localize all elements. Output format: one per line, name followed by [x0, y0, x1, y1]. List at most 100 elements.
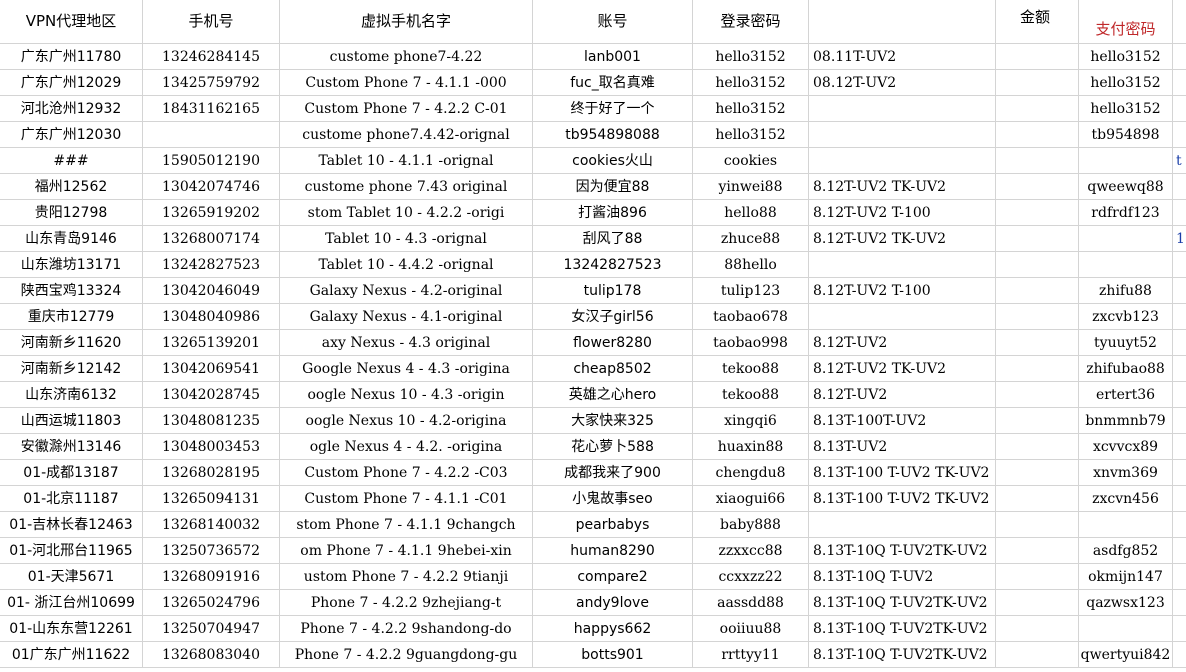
cell-vpn-region[interactable]: ### — [0, 148, 143, 174]
header-pay-password[interactable]: 支付密码 — [1079, 0, 1173, 44]
cell-notes[interactable] — [809, 252, 996, 278]
cell-phone[interactable]: 13042069541 — [143, 356, 280, 382]
cell-login-password[interactable]: ccxxzz22 — [693, 564, 809, 590]
cell-virtual-phone-name[interactable]: oogle Nexus 10 - 4.3 -origin — [280, 382, 533, 408]
cell-virtual-phone-name[interactable]: custome phone 7.43 original — [280, 174, 533, 200]
cell-amount[interactable] — [996, 356, 1079, 382]
cell-login-password[interactable]: tulip123 — [693, 278, 809, 304]
cell-extra[interactable] — [1173, 382, 1186, 408]
cell-extra[interactable] — [1173, 434, 1186, 460]
cell-virtual-phone-name[interactable]: Phone 7 - 4.2.2 9guangdong-gu — [280, 642, 533, 668]
cell-account[interactable]: human8290 — [533, 538, 693, 564]
cell-phone[interactable]: 13265139201 — [143, 330, 280, 356]
cell-account[interactable]: compare2 — [533, 564, 693, 590]
cell-account[interactable]: tulip178 — [533, 278, 693, 304]
cell-virtual-phone-name[interactable]: Galaxy Nexus - 4.1-original — [280, 304, 533, 330]
cell-extra[interactable] — [1173, 616, 1186, 642]
cell-virtual-phone-name[interactable]: custome phone7.4.42-orignal — [280, 122, 533, 148]
cell-account[interactable]: 英雄之心hero — [533, 382, 693, 408]
header-notes[interactable] — [809, 0, 996, 44]
cell-pay-password[interactable]: bnmmnb79 — [1079, 408, 1173, 434]
cell-account[interactable]: 大家快来325 — [533, 408, 693, 434]
cell-account[interactable]: 女汉子girl56 — [533, 304, 693, 330]
cell-account[interactable]: cookies火山 — [533, 148, 693, 174]
cell-pay-password[interactable]: hello3152 — [1079, 70, 1173, 96]
cell-pay-password[interactable]: qwertyui842 — [1079, 642, 1173, 668]
cell-extra[interactable] — [1173, 564, 1186, 590]
cell-phone[interactable]: 13268091916 — [143, 564, 280, 590]
cell-notes[interactable] — [809, 304, 996, 330]
cell-account[interactable]: cheap8502 — [533, 356, 693, 382]
cell-amount[interactable] — [996, 226, 1079, 252]
cell-phone[interactable]: 13048081235 — [143, 408, 280, 434]
cell-extra[interactable] — [1173, 252, 1186, 278]
cell-notes[interactable]: 8.12T-UV2 — [809, 382, 996, 408]
cell-amount[interactable] — [996, 330, 1079, 356]
cell-account[interactable]: happys662 — [533, 616, 693, 642]
cell-amount[interactable] — [996, 174, 1079, 200]
cell-amount[interactable] — [996, 564, 1079, 590]
cell-pay-password[interactable]: asdfg852 — [1079, 538, 1173, 564]
cell-notes[interactable]: 08.12T-UV2 — [809, 70, 996, 96]
cell-login-password[interactable]: zhuce88 — [693, 226, 809, 252]
cell-amount[interactable] — [996, 200, 1079, 226]
cell-phone[interactable]: 13265919202 — [143, 200, 280, 226]
cell-pay-password[interactable]: ertert36 — [1079, 382, 1173, 408]
cell-login-password[interactable]: chengdu8 — [693, 460, 809, 486]
cell-extra[interactable] — [1173, 512, 1186, 538]
cell-login-password[interactable]: yinwei88 — [693, 174, 809, 200]
header-account[interactable]: 账号 — [533, 0, 693, 44]
cell-vpn-region[interactable]: 01-成都13187 — [0, 460, 143, 486]
cell-login-password[interactable]: taobao998 — [693, 330, 809, 356]
cell-login-password[interactable]: zzxxcc88 — [693, 538, 809, 564]
cell-login-password[interactable]: rrttyy11 — [693, 642, 809, 668]
cell-extra[interactable] — [1173, 200, 1186, 226]
cell-notes[interactable]: 8.13T-100 T-UV2 TK-UV2 — [809, 460, 996, 486]
cell-pay-password[interactable]: tb954898 — [1079, 122, 1173, 148]
cell-extra[interactable] — [1173, 278, 1186, 304]
cell-virtual-phone-name[interactable]: Tablet 10 - 4.3 -orignal — [280, 226, 533, 252]
cell-notes[interactable]: 8.13T-10Q T-UV2TK-UV2 — [809, 616, 996, 642]
cell-phone[interactable]: 13265094131 — [143, 486, 280, 512]
cell-notes[interactable]: 8.13T-100T-UV2 — [809, 408, 996, 434]
cell-vpn-region[interactable]: 广东广州12029 — [0, 70, 143, 96]
cell-extra[interactable] — [1173, 590, 1186, 616]
cell-notes[interactable]: 8.12T-UV2 — [809, 330, 996, 356]
cell-vpn-region[interactable]: 山东青岛9146 — [0, 226, 143, 252]
cell-login-password[interactable]: huaxin88 — [693, 434, 809, 460]
cell-virtual-phone-name[interactable]: stom Phone 7 - 4.1.1 9changch — [280, 512, 533, 538]
cell-vpn-region[interactable]: 广东广州11780 — [0, 44, 143, 70]
cell-notes[interactable]: 8.12T-UV2 T-100 — [809, 278, 996, 304]
cell-pay-password[interactable]: zhifu88 — [1079, 278, 1173, 304]
header-amount[interactable]: 金额 — [996, 0, 1079, 44]
cell-notes[interactable]: 08.11T-UV2 — [809, 44, 996, 70]
cell-extra[interactable] — [1173, 174, 1186, 200]
cell-notes[interactable] — [809, 122, 996, 148]
cell-virtual-phone-name[interactable]: Phone 7 - 4.2.2 9shandong-do — [280, 616, 533, 642]
cell-vpn-region[interactable]: 01-河北邢台11965 — [0, 538, 143, 564]
cell-pay-password[interactable]: zxcvn456 — [1079, 486, 1173, 512]
cell-login-password[interactable]: hello3152 — [693, 70, 809, 96]
cell-pay-password[interactable]: zxcvb123 — [1079, 304, 1173, 330]
cell-notes[interactable]: 8.12T-UV2 TK-UV2 — [809, 356, 996, 382]
cell-phone[interactable]: 13048040986 — [143, 304, 280, 330]
cell-virtual-phone-name[interactable]: axy Nexus - 4.3 original — [280, 330, 533, 356]
cell-notes[interactable]: 8.13T-100 T-UV2 TK-UV2 — [809, 486, 996, 512]
cell-extra[interactable]: t — [1173, 148, 1186, 174]
cell-phone[interactable]: 13246284145 — [143, 44, 280, 70]
cell-phone[interactable]: 15905012190 — [143, 148, 280, 174]
cell-amount[interactable] — [996, 538, 1079, 564]
cell-login-password[interactable]: aassdd88 — [693, 590, 809, 616]
cell-virtual-phone-name[interactable]: stom Tablet 10 - 4.2.2 -origi — [280, 200, 533, 226]
cell-notes[interactable]: 8.13T-10Q T-UV2 — [809, 564, 996, 590]
cell-vpn-region[interactable]: 河南新乡12142 — [0, 356, 143, 382]
cell-extra[interactable] — [1173, 304, 1186, 330]
cell-virtual-phone-name[interactable]: ustom Phone 7 - 4.2.2 9tianji — [280, 564, 533, 590]
cell-login-password[interactable]: hello3152 — [693, 122, 809, 148]
cell-account[interactable]: flower8280 — [533, 330, 693, 356]
cell-account[interactable]: andy9love — [533, 590, 693, 616]
cell-phone[interactable]: 13268007174 — [143, 226, 280, 252]
cell-notes[interactable]: 8.13T-10Q T-UV2TK-UV2 — [809, 538, 996, 564]
cell-extra[interactable] — [1173, 538, 1186, 564]
cell-phone[interactable]: 13250736572 — [143, 538, 280, 564]
